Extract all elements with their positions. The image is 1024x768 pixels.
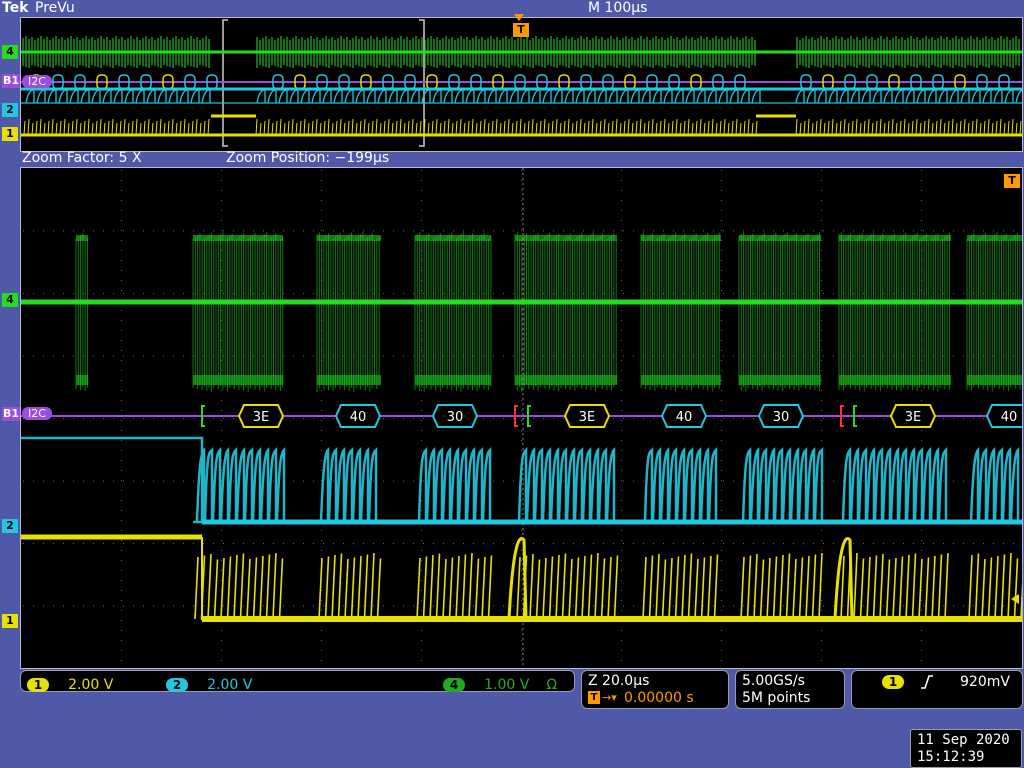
ch2-badge: 2 <box>166 677 188 692</box>
zoom-scale: Z 20.0µs <box>588 673 650 689</box>
zoom-ch2-marker[interactable]: 2 <box>2 519 18 533</box>
overview-waveform-window[interactable] <box>20 17 1023 152</box>
ch2-scale-item[interactable]: 2 2.00 V <box>166 674 252 693</box>
overview-ch2-marker[interactable]: 2 <box>2 103 18 117</box>
trigger-level: 920mV <box>960 674 1010 690</box>
horizontal-panel[interactable]: Z 20.0µs T →▾ 0.00000 s <box>581 670 729 709</box>
overview-bus-label: I2C <box>22 75 52 88</box>
bus-packet-label: 3E <box>579 410 596 425</box>
bus-packet-label: 40 <box>350 410 367 425</box>
zoom-waveforms: 3E 40 30 3E 40 30 3E 40 <box>21 168 1022 668</box>
trigger-source-badge: 1 <box>882 675 904 689</box>
ch2-scale: 2.00 V <box>207 677 253 693</box>
zoom-bus-label: I2C <box>22 407 52 420</box>
trigger-position-arrow <box>514 14 524 21</box>
zoom-ch4-marker[interactable]: 4 <box>2 293 18 307</box>
overview-bus1-marker[interactable]: B1 <box>2 74 20 88</box>
record-length: 5M points <box>742 690 811 706</box>
ch1-trace <box>21 534 1022 622</box>
ch4-scale-item[interactable]: 4 1.00 V Ω <box>443 674 557 693</box>
acquisition-panel[interactable]: 5.00GS/s 5M points <box>735 670 845 709</box>
sample-rate: 5.00GS/s <box>742 673 805 689</box>
ch4-trace <box>21 232 1022 392</box>
overview-ch1-marker[interactable]: 1 <box>2 127 18 141</box>
overview-traces <box>21 19 1022 147</box>
ch1-scale: 2.00 V <box>68 677 114 693</box>
date: 11 Sep 2020 <box>917 732 1010 748</box>
ch4-termination: Ω <box>546 677 558 693</box>
overview-ch4-marker[interactable]: 4 <box>2 45 18 59</box>
trigger-position-value: 0.00000 s <box>624 690 694 706</box>
channel-scale-panel[interactable]: 1 2.00 V 2 2.00 V 4 1.00 V Ω <box>20 670 575 693</box>
zoom-factor-label: Zoom Factor: 5 X <box>22 150 142 166</box>
acquisition-mode: PreVu <box>35 0 75 16</box>
bus-packet-label: 30 <box>447 410 464 425</box>
ch1-scale-item[interactable]: 1 2.00 V <box>27 674 113 693</box>
bus-packet-label: 40 <box>676 410 693 425</box>
trigger-level-arrow[interactable] <box>1011 594 1019 604</box>
zoom-trigger-marker[interactable]: T <box>1004 174 1020 188</box>
ch1-badge: 1 <box>27 677 49 692</box>
brand-logo: Tek <box>2 0 29 16</box>
ch4-badge: 4 <box>443 677 465 692</box>
zoom-position-label: Zoom Position: −199µs <box>226 150 390 166</box>
time: 15:12:39 <box>917 749 985 765</box>
bus-packet-label: 3E <box>905 410 922 425</box>
zoom-ch1-marker[interactable]: 1 <box>2 614 18 628</box>
bus-packet-label: 40 <box>1001 410 1018 425</box>
overview-waveforms <box>21 19 1022 147</box>
trigger-arrow-icon: →▾ <box>602 691 617 704</box>
zoom-waveform-window[interactable]: 3E 40 30 3E 40 30 3E 40 <box>20 167 1023 669</box>
bus-packet-label: 30 <box>773 410 790 425</box>
ch4-scale: 1.00 V <box>484 677 530 693</box>
bus-trace: 3E 40 30 3E 40 30 3E 40 <box>21 404 1022 428</box>
datetime-panel: 11 Sep 2020 15:12:39 <box>910 729 1022 768</box>
bus-packet-label: 3E <box>253 410 270 425</box>
zoom-bus1-marker[interactable]: B1 <box>2 407 20 421</box>
trigger-position-icon: T <box>588 691 600 704</box>
trigger-panel[interactable]: 1 920mV <box>851 670 1023 709</box>
trigger-position-marker[interactable]: T <box>513 23 529 37</box>
main-timebase: M 100µs <box>588 0 648 16</box>
rising-edge-icon <box>921 675 933 689</box>
